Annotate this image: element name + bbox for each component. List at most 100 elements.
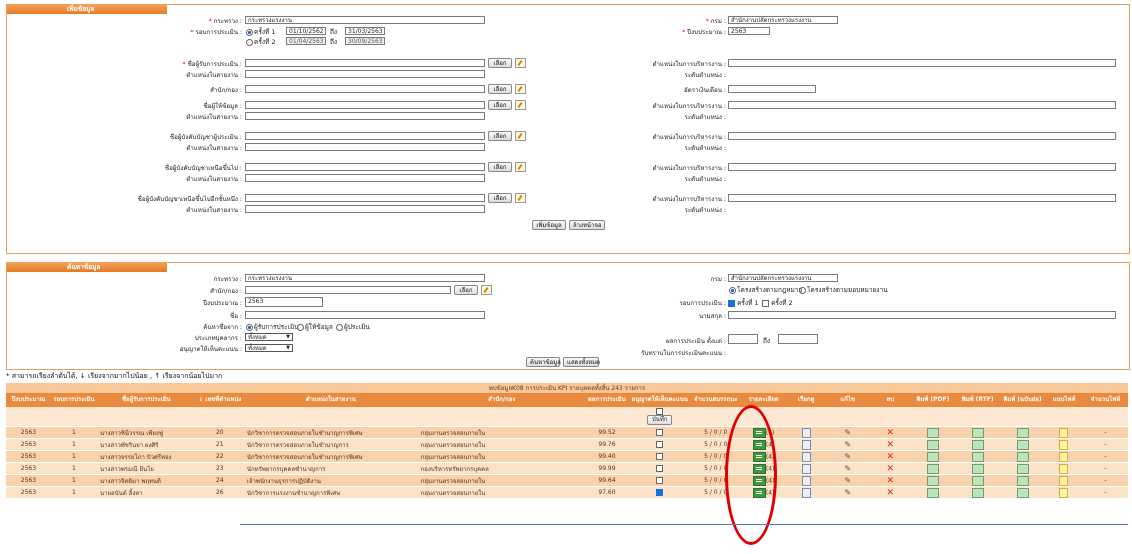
round1-from-field[interactable]: 01/10/2562 bbox=[286, 27, 326, 35]
col-office[interactable]: สำนัก/กอง bbox=[417, 393, 586, 407]
view-icon[interactable] bbox=[801, 451, 811, 462]
supervisor-field[interactable] bbox=[245, 132, 485, 140]
score-to-field[interactable] bbox=[778, 334, 818, 344]
search-button[interactable]: ค้นหาข้อมูล bbox=[526, 357, 561, 367]
attach-icon[interactable] bbox=[1059, 463, 1069, 474]
print-pdf-icon[interactable] bbox=[926, 463, 939, 474]
search-office-field[interactable] bbox=[245, 286, 451, 294]
view-icon[interactable] bbox=[801, 439, 811, 450]
pencil-icon[interactable]: ✎ bbox=[844, 464, 851, 473]
informant-mgmt-field[interactable] bbox=[728, 101, 1116, 109]
lastname-field[interactable] bbox=[728, 311, 1116, 319]
structure-law-option[interactable]: โครงสร้างตามกฎหมาย bbox=[728, 285, 802, 295]
print-rtf-icon[interactable] bbox=[971, 439, 984, 450]
print-short-icon[interactable] bbox=[1016, 451, 1029, 462]
print-short-icon[interactable] bbox=[1016, 427, 1029, 438]
print-pdf-icon[interactable] bbox=[926, 475, 939, 486]
print-rtf-icon[interactable] bbox=[971, 463, 984, 474]
office-select-button[interactable]: เลือก bbox=[488, 84, 512, 94]
round2-option[interactable]: ครั้งที่ 2 bbox=[245, 37, 276, 47]
print-pdf-icon[interactable] bbox=[926, 427, 939, 438]
assessee-pick-icon[interactable] bbox=[515, 58, 526, 68]
attach-icon[interactable] bbox=[1059, 451, 1069, 462]
search-round2-option[interactable]: ครั้งที่ 2 bbox=[762, 298, 793, 308]
department-field[interactable]: สำนักงานปลัดกระทรวงแรงงาน bbox=[728, 16, 838, 24]
top-supervisor-select-button[interactable]: เลือก bbox=[488, 193, 512, 203]
assessee-field[interactable] bbox=[245, 59, 485, 67]
search-office-select-button[interactable]: เลือก bbox=[454, 285, 478, 295]
office-field[interactable] bbox=[245, 85, 485, 93]
personnel-type-select[interactable]: ทั้งหมด bbox=[245, 333, 293, 341]
approve-checkbox[interactable] bbox=[656, 441, 664, 448]
print-pdf-icon[interactable] bbox=[926, 487, 939, 498]
attach-icon[interactable] bbox=[1059, 427, 1069, 438]
view-icon[interactable] bbox=[801, 427, 811, 438]
supervisor-select-button[interactable]: เลือก bbox=[488, 131, 512, 141]
pencil-icon[interactable]: ✎ bbox=[844, 476, 851, 485]
round1-option[interactable]: ครั้งที่ 1 bbox=[245, 27, 276, 37]
delete-icon[interactable]: ✕ bbox=[886, 428, 894, 438]
top-supervisor-mgmt-field[interactable] bbox=[728, 194, 1116, 202]
approve-checkbox[interactable] bbox=[656, 429, 664, 436]
supervisor-pick-icon[interactable] bbox=[515, 131, 526, 141]
print-short-icon[interactable] bbox=[1016, 487, 1029, 498]
col-posno[interactable]: ↓ เลขที่ตำแหน่ง bbox=[195, 393, 244, 407]
round1-radio[interactable] bbox=[246, 28, 253, 36]
assessee-mgmt-field[interactable] bbox=[728, 59, 1116, 67]
save-approval-button[interactable]: บันทึก bbox=[646, 415, 673, 425]
print-pdf-icon[interactable] bbox=[926, 451, 939, 462]
add-data-button[interactable]: เพิ่มข้อมูล bbox=[532, 220, 566, 230]
view-icon[interactable] bbox=[801, 463, 811, 474]
assessee-select-button[interactable]: เลือก bbox=[488, 58, 512, 68]
delete-icon[interactable]: ✕ bbox=[886, 488, 894, 498]
informant-pick-icon[interactable] bbox=[515, 100, 526, 110]
pencil-icon[interactable]: ✎ bbox=[844, 428, 851, 437]
col-year[interactable]: ปีงบประมาณ bbox=[6, 393, 51, 407]
attach-icon[interactable] bbox=[1059, 475, 1069, 486]
search-ministry-field[interactable]: กระทรวงแรงงาน bbox=[245, 274, 485, 282]
search-by-assessee[interactable]: ผู้รับการประเมิน bbox=[245, 322, 299, 332]
upper-supervisor-pick-icon[interactable] bbox=[515, 162, 526, 172]
attach-icon[interactable] bbox=[1059, 487, 1069, 498]
delete-icon[interactable]: ✕ bbox=[886, 452, 894, 462]
print-rtf-icon[interactable] bbox=[971, 487, 984, 498]
print-short-icon[interactable] bbox=[1016, 475, 1029, 486]
col-score[interactable]: ผลการประเมิน bbox=[585, 393, 629, 407]
top-supervisor-pick-icon[interactable] bbox=[515, 193, 526, 203]
search-by-assessor[interactable]: ผู้ประเมิน bbox=[335, 322, 370, 332]
upper-supervisor-mgmt-field[interactable] bbox=[728, 163, 1116, 171]
informant-field[interactable] bbox=[245, 101, 485, 109]
delete-icon[interactable]: ✕ bbox=[886, 464, 894, 474]
show-all-button[interactable]: แสดงทั้งหมด bbox=[563, 357, 600, 367]
search-round1-option[interactable]: ครั้งที่ 1 bbox=[728, 298, 759, 308]
view-icon[interactable] bbox=[801, 487, 811, 498]
search-tab[interactable]: ค้นหาข้อมูล bbox=[7, 262, 167, 272]
add-data-tab[interactable]: เพิ่มข้อมูล bbox=[7, 4, 167, 14]
top-supervisor-position-field[interactable] bbox=[245, 205, 485, 213]
approve-checkbox[interactable] bbox=[656, 453, 664, 460]
search-office-pick-icon[interactable] bbox=[481, 285, 492, 295]
upper-supervisor-position-field[interactable] bbox=[245, 174, 485, 182]
score-from-field[interactable] bbox=[728, 334, 758, 344]
pencil-icon[interactable]: ✎ bbox=[844, 452, 851, 461]
upper-supervisor-field[interactable] bbox=[245, 163, 485, 171]
search-budget-year-field[interactable]: 2563 bbox=[245, 297, 323, 307]
office-pick-icon[interactable] bbox=[515, 84, 526, 94]
approve-select[interactable]: ทั้งหมด bbox=[245, 344, 293, 352]
view-icon[interactable] bbox=[801, 475, 811, 486]
round2-radio[interactable] bbox=[246, 38, 253, 46]
print-rtf-icon[interactable] bbox=[971, 475, 984, 486]
print-pdf-icon[interactable] bbox=[926, 439, 939, 450]
print-rtf-icon[interactable] bbox=[971, 451, 984, 462]
attach-icon[interactable] bbox=[1059, 439, 1069, 450]
pencil-icon[interactable]: ✎ bbox=[844, 440, 851, 449]
print-short-icon[interactable] bbox=[1016, 463, 1029, 474]
delete-icon[interactable]: ✕ bbox=[886, 476, 894, 486]
search-department-field[interactable]: สำนักงานปลัดกระทรวงแรงงาน bbox=[728, 274, 838, 282]
round1-to-field[interactable]: 31/03/2563 bbox=[345, 27, 385, 35]
search-by-informant[interactable]: ผู้ให้ข้อมูล bbox=[296, 322, 333, 332]
col-name[interactable]: ชื่อผู้รับการประเมิน bbox=[97, 393, 196, 407]
ministry-field[interactable]: กระทรวงแรงงาน bbox=[245, 16, 485, 24]
approve-checkbox[interactable] bbox=[656, 489, 664, 496]
print-short-icon[interactable] bbox=[1016, 439, 1029, 450]
